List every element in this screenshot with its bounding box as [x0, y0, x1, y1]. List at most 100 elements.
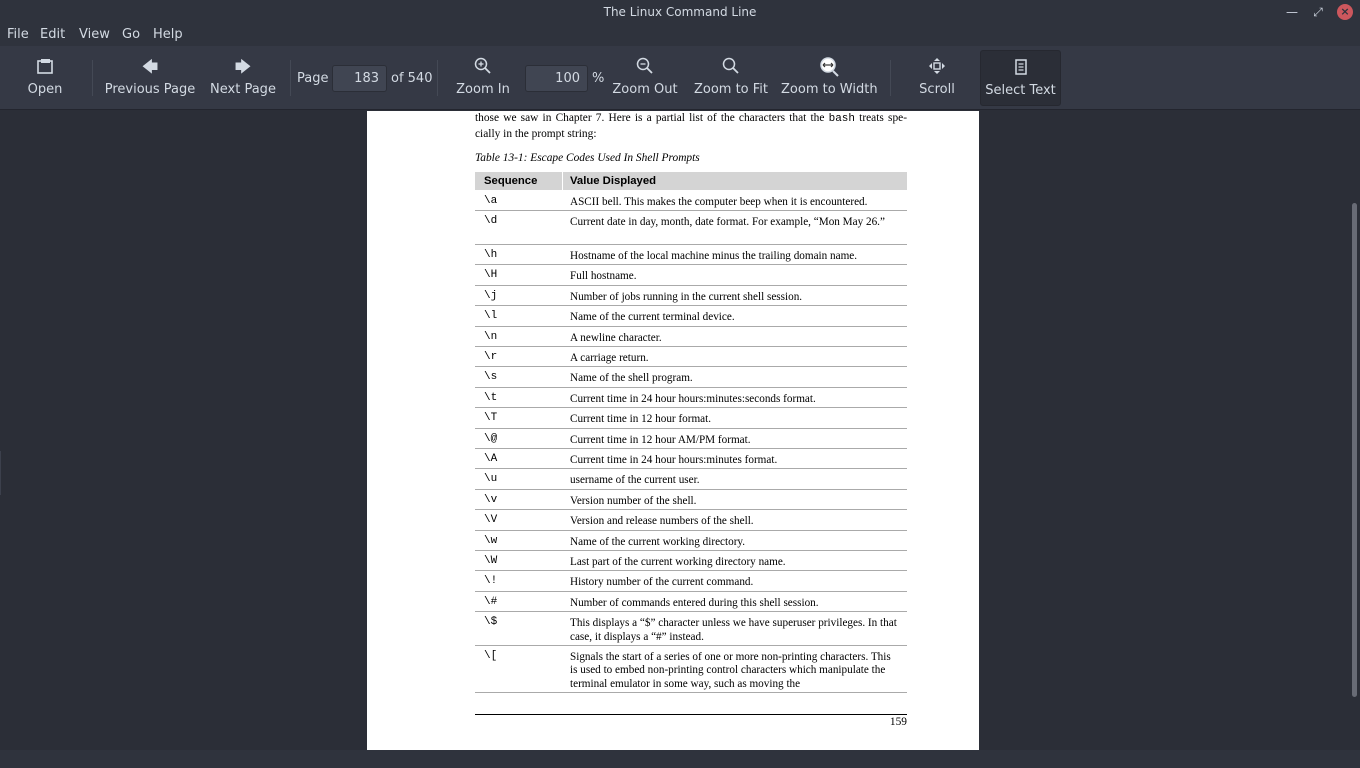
zoom-out-icon	[611, 56, 679, 78]
header-value-displayed: Value Displayed	[570, 175, 657, 187]
scroll-mode-button[interactable]: Scroll	[915, 50, 959, 106]
table-row: \l Name of the current terminal device.	[475, 306, 907, 327]
row-sequence: \!	[484, 575, 498, 588]
table-row: \# Number of commands entered during this…	[475, 592, 907, 613]
table-row: \w Name of the current working directory.	[475, 531, 907, 551]
table-row: \$ This displays a “$” character unless w…	[475, 612, 907, 646]
zoom-to-width-button[interactable]: Zoom to Width	[781, 50, 878, 106]
menu-go[interactable]: Go	[122, 26, 140, 44]
row-value: This displays a “$” character unless we …	[570, 617, 897, 643]
table-row: \r A carriage return.	[475, 347, 907, 368]
maximize-button[interactable]: ⤢	[1310, 4, 1326, 20]
scroll-label: Scroll	[919, 82, 955, 97]
zoom-to-width-label: Zoom to Width	[781, 82, 878, 97]
row-sequence: \a	[484, 195, 498, 207]
table-row: \@ Current time in 12 hour AM/PM format.	[475, 429, 907, 449]
row-sequence: \w	[484, 534, 498, 547]
open-icon	[22, 56, 68, 78]
vertical-scrollbar[interactable]	[1350, 111, 1360, 750]
title-bar: The Linux Command Line — ⤢ ×	[0, 0, 1360, 24]
open-label: Open	[27, 82, 63, 97]
row-sequence: \r	[484, 351, 498, 363]
row-sequence: \V	[484, 514, 498, 527]
document-viewer[interactable]: those we saw in Chapter 7. Here is a par…	[0, 111, 1360, 750]
zoom-fit-icon	[693, 56, 769, 78]
window-title: The Linux Command Line	[603, 5, 757, 19]
minimize-button[interactable]: —	[1284, 4, 1300, 20]
row-value: Current time in 24 hour hours:minutes:se…	[570, 392, 816, 405]
zoom-to-fit-button[interactable]: Zoom to Fit	[693, 50, 769, 106]
row-value: Last part of the current working directo…	[570, 556, 786, 568]
menu-view[interactable]: View	[79, 26, 110, 44]
zoom-unit: %	[592, 71, 605, 86]
menu-edit[interactable]: Edit	[40, 26, 65, 44]
row-value: Signals the start of a series of one or …	[570, 650, 891, 690]
row-value: Name of the current working directory.	[570, 535, 746, 548]
row-sequence: \#	[484, 595, 498, 608]
zoom-to-fit-label: Zoom to Fit	[693, 82, 769, 97]
row-value: Number of commands entered during this s…	[570, 596, 819, 609]
zoom-in-label: Zoom In	[456, 82, 510, 97]
row-sequence: \v	[484, 493, 498, 506]
table-row: \u username of the current user.	[475, 469, 907, 490]
row-value: ASCII bell. This makes the computer beep…	[570, 196, 868, 208]
table-row: \T Current time in 12 hour format.	[475, 408, 907, 429]
row-value: Version number of the shell.	[570, 494, 697, 507]
next-page-button[interactable]: 🡆 Next Page	[208, 50, 278, 106]
open-button[interactable]: Open	[22, 50, 68, 106]
document-page: those we saw in Chapter 7. Here is a par…	[367, 111, 979, 750]
table-row: \n A newline character.	[475, 327, 907, 347]
row-value: Full hostname.	[570, 270, 637, 283]
menu-bar: File Edit View Go Help	[0, 24, 1360, 46]
row-sequence: \T	[484, 412, 498, 425]
arrow-right-icon: 🡆	[234, 57, 252, 76]
previous-page-button[interactable]: 🡄 Previous Page	[104, 50, 196, 106]
arrow-left-icon: 🡄	[141, 57, 159, 76]
table-header: Sequence Value Displayed	[475, 172, 907, 190]
select-text-button[interactable]: Select Text	[980, 50, 1061, 106]
row-value: Number of jobs running in the current sh…	[570, 290, 803, 303]
zoom-input[interactable]: 100	[525, 65, 588, 92]
table-row: \V Version and release numbers of the she…	[475, 510, 907, 531]
row-sequence: \j	[484, 289, 498, 302]
table-row: \s Name of the shell program.	[475, 367, 907, 388]
table-row: \W Last part of the current working direc…	[475, 551, 907, 572]
scrollbar-thumb[interactable]	[1352, 203, 1357, 697]
page-number-input[interactable]: 183	[332, 65, 387, 92]
move-icon	[915, 56, 959, 78]
row-value: Current time in 12 hour format.	[570, 413, 712, 426]
table-row: \t Current time in 24 hour hours:minutes:…	[475, 388, 907, 409]
table-row: \A Current time in 24 hour hours:minutes …	[475, 449, 907, 470]
table-row: \h Hostname of the local machine minus th…	[475, 245, 907, 266]
menu-help[interactable]: Help	[153, 26, 183, 44]
table-row: \j Number of jobs running in the current …	[475, 286, 907, 307]
row-value: username of the current user.	[570, 474, 700, 487]
zoom-width-icon	[781, 56, 877, 78]
page-count: of 540	[391, 71, 433, 86]
sidebar-handle[interactable]	[0, 451, 1, 495]
table-row: \a ASCII bell. This makes the computer be…	[475, 191, 907, 212]
footer-rule	[475, 714, 907, 715]
zoom-in-button[interactable]: Zoom In	[454, 50, 512, 106]
page-label: Page	[297, 71, 329, 86]
previous-page-label: Previous Page	[104, 82, 196, 97]
toolbar: Open 🡄 Previous Page 🡆 Next Page Page 18…	[0, 46, 1360, 110]
row-sequence: \H	[484, 269, 498, 282]
toolbar-separator	[92, 60, 93, 96]
table-row: \! History number of the current command.	[475, 571, 907, 592]
row-value: Hostname of the local machine minus the …	[570, 250, 858, 262]
zoom-in-icon	[454, 56, 512, 78]
select-text-icon	[981, 57, 1060, 79]
menu-file[interactable]: File	[7, 26, 29, 44]
row-sequence: \@	[484, 432, 498, 445]
row-sequence: \[	[484, 649, 498, 662]
zoom-out-button[interactable]: Zoom Out	[611, 50, 679, 106]
close-button[interactable]: ×	[1337, 4, 1353, 20]
table-caption: Table 13-1: Escape Codes Used In Shell P…	[475, 152, 700, 164]
status-bar	[0, 750, 1360, 768]
row-value: Name of the shell program.	[570, 372, 693, 385]
row-sequence: \n	[484, 330, 498, 343]
table-row: \v Version number of the shell.	[475, 490, 907, 511]
table-row: \[ Signals the start of a series of one o…	[475, 646, 907, 694]
row-sequence: \A	[484, 453, 498, 465]
